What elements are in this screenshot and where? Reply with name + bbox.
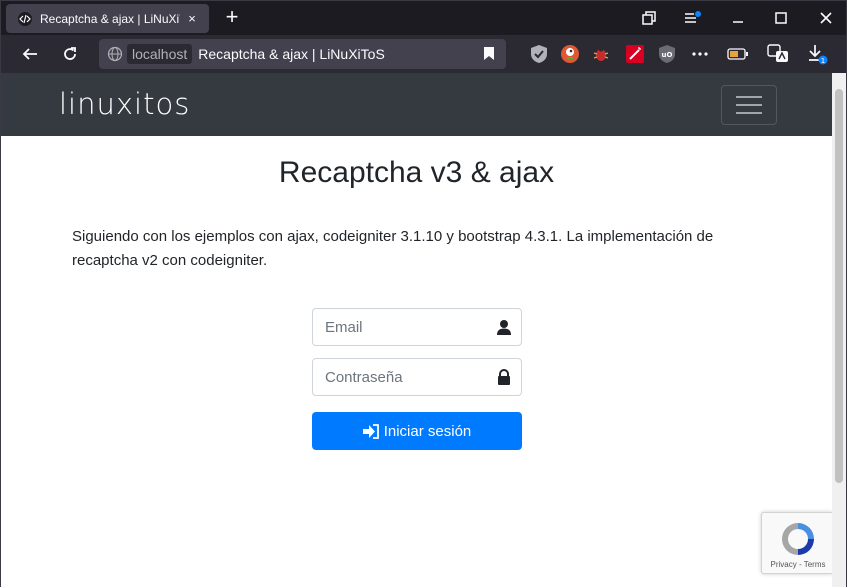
more-tools-icon[interactable]: [689, 43, 711, 65]
close-window-icon[interactable]: [814, 7, 838, 29]
hamburger-icon-bar: [736, 104, 762, 106]
shield-icon[interactable]: [528, 43, 550, 65]
page-title: Recaptcha v3 & ajax: [278, 156, 555, 189]
user-icon: [497, 320, 511, 335]
tab-strip: Recaptcha & ajax | LiNuXiToS × +: [1, 1, 846, 35]
tab-title: Recaptcha & ajax | LiNuXiToS: [40, 11, 180, 26]
hamburger-icon-bar: [736, 96, 762, 98]
collections-icon[interactable]: [637, 7, 661, 29]
brand-logo[interactable]: linuxitos: [59, 87, 190, 121]
downloads-badge: 1: [821, 57, 825, 65]
bookmark-icon[interactable]: [484, 47, 494, 60]
browser-window: Recaptcha & ajax | LiNuXiToS × + loc: [0, 0, 847, 587]
page-content: linuxitos Recaptcha v3 & ajax Siguiendo …: [1, 73, 832, 587]
battery-icon[interactable]: [727, 43, 749, 65]
duckduckgo-icon[interactable]: [559, 43, 581, 65]
recaptcha-badge[interactable]: Privacy - Terms: [761, 512, 832, 574]
ublock-icon[interactable]: uO: [656, 43, 678, 65]
lock-icon: [498, 369, 510, 385]
url-page-title: Recaptcha & ajax | LiNuXiToS: [198, 46, 385, 62]
url-bar[interactable]: localhost Recaptcha & ajax | LiNuXiToS: [99, 39, 506, 69]
tab-close-icon[interactable]: ×: [184, 11, 200, 26]
minimize-icon[interactable]: [726, 7, 750, 29]
tab-active[interactable]: Recaptcha & ajax | LiNuXiToS ×: [6, 4, 209, 33]
password-field[interactable]: [312, 358, 522, 396]
navigation-toolbar: localhost Recaptcha & ajax | LiNuXiToS u…: [1, 35, 846, 73]
list-all-tabs-icon[interactable]: [681, 7, 705, 29]
bug-icon[interactable]: [590, 43, 612, 65]
reload-icon[interactable]: [56, 41, 84, 67]
svg-text:uO: uO: [662, 51, 673, 59]
sign-in-icon: [362, 423, 379, 439]
site-navbar: linuxitos: [1, 73, 832, 136]
url-host: localhost: [127, 44, 193, 64]
scrollbar-thumb[interactable]: [835, 89, 843, 483]
email-field[interactable]: [312, 308, 522, 346]
code-icon: [18, 11, 32, 26]
downloads-icon[interactable]: 1: [807, 43, 829, 65]
login-button[interactable]: Iniciar sesión: [312, 412, 522, 450]
new-tab-button[interactable]: +: [220, 6, 244, 30]
magic-wand-icon[interactable]: [624, 43, 646, 65]
back-arrow-icon[interactable]: [16, 41, 44, 67]
globe-icon: [107, 46, 123, 62]
menu-toggle-button[interactable]: [721, 85, 777, 125]
hamburger-icon-bar: [736, 112, 762, 114]
recaptcha-icon: [782, 523, 814, 555]
vertical-scrollbar[interactable]: [832, 73, 846, 587]
maximize-icon[interactable]: [769, 7, 793, 29]
recaptcha-terms-link[interactable]: Privacy - Terms: [762, 560, 832, 569]
email-input[interactable]: [325, 309, 495, 345]
translate-icon[interactable]: [767, 43, 789, 65]
password-input[interactable]: [325, 359, 495, 395]
login-button-label: Iniciar sesión: [383, 422, 472, 440]
intro-text: Siguiendo con los ejemplos con ajax, cod…: [72, 228, 714, 269]
